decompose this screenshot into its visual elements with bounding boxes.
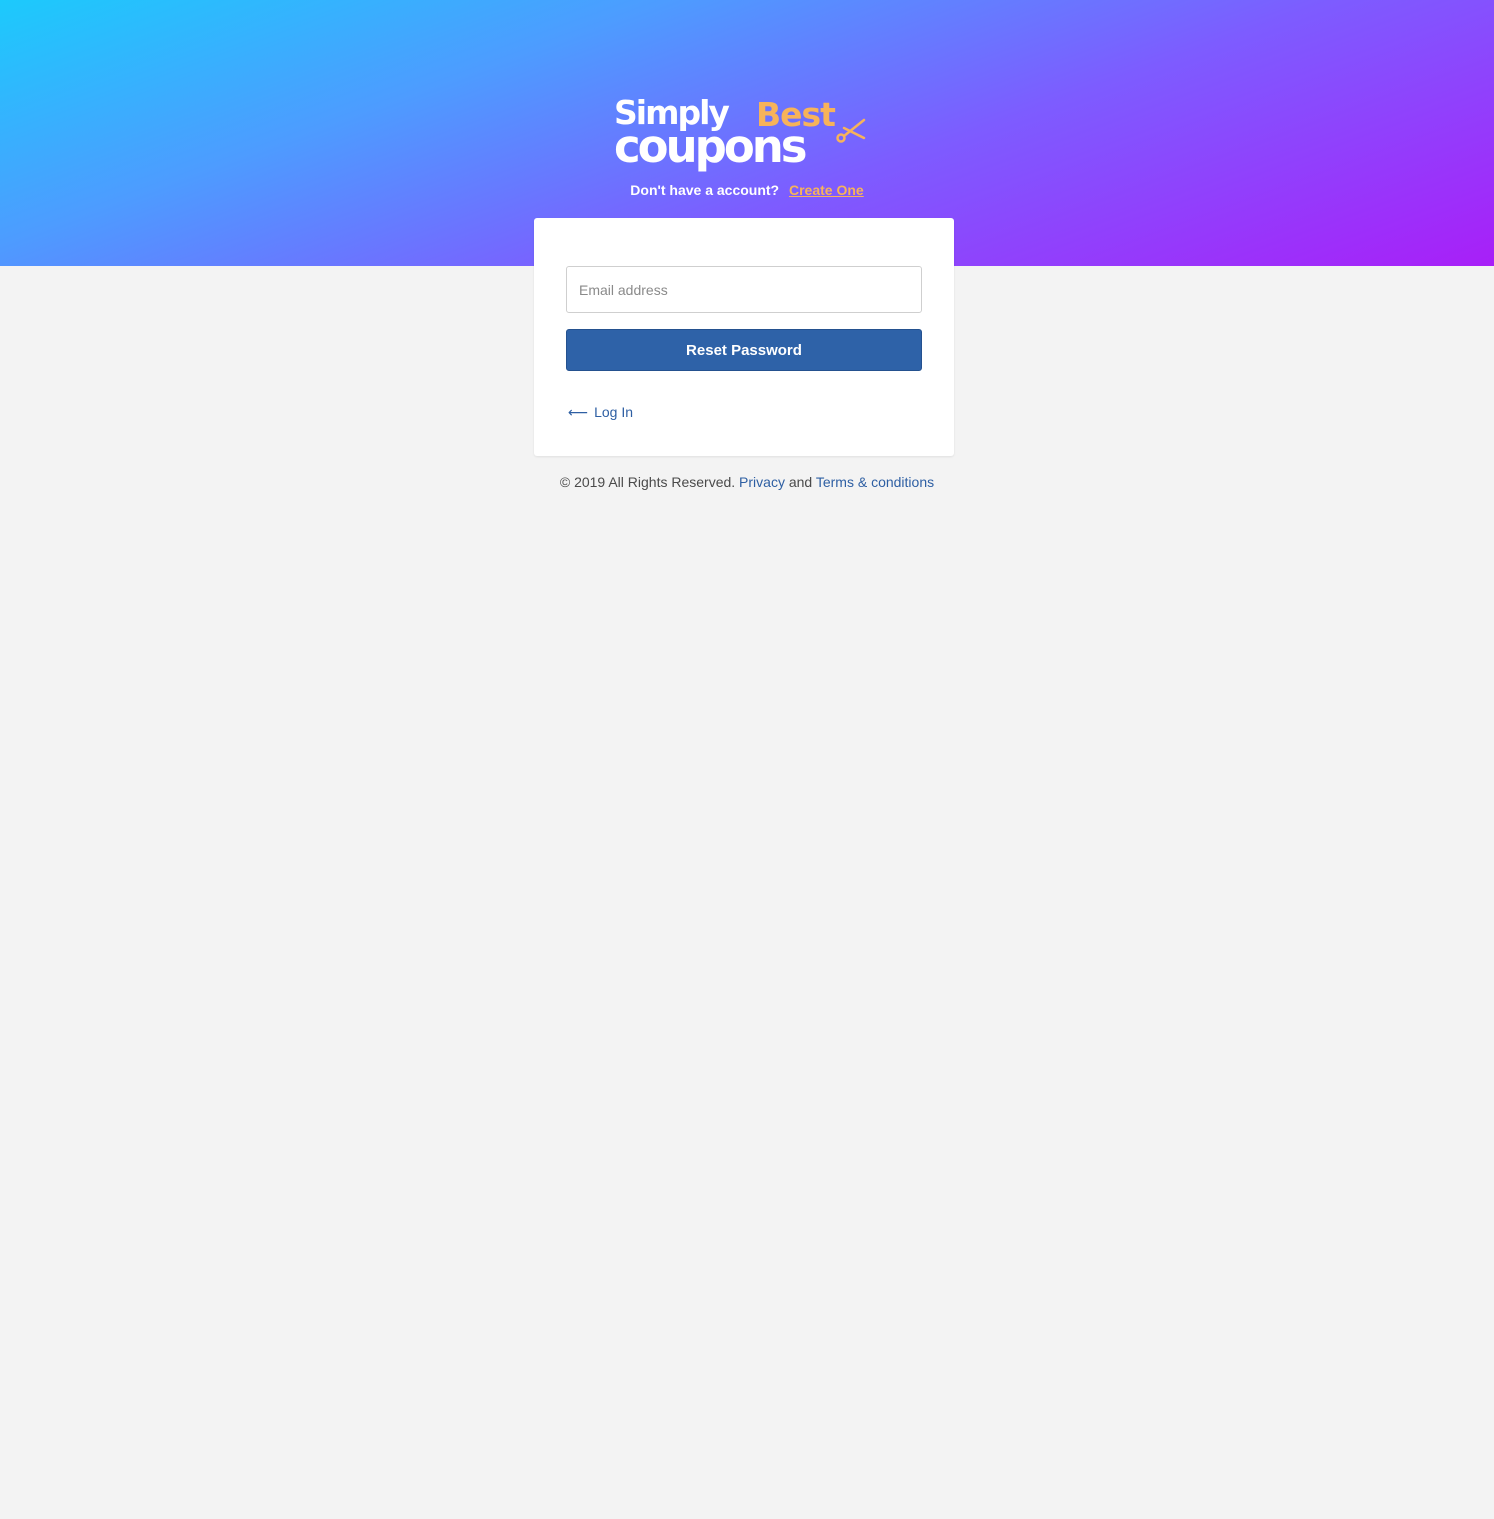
and-text: and xyxy=(788,474,813,490)
arrow-left-icon: ⟵ xyxy=(568,404,589,420)
signup-prompt: Don't have a account? Create One xyxy=(0,182,1494,198)
reset-password-button[interactable]: Reset Password xyxy=(566,329,922,371)
login-link-label: Log In xyxy=(594,404,634,420)
create-account-link[interactable]: Create One xyxy=(789,182,864,198)
scissors-icon xyxy=(836,118,866,143)
simply-best-coupons-logo[interactable]: Simply Best coupons xyxy=(612,90,872,176)
footer: © 2019 All Rights Reserved. Privacy and … xyxy=(0,474,1494,490)
signup-question: Don't have a account? xyxy=(630,182,780,198)
terms-link[interactable]: Terms & conditions xyxy=(816,474,934,490)
reset-password-card: Reset Password ⟵ Log In xyxy=(534,218,954,456)
copyright-text: © 2019 All Rights Reserved. xyxy=(559,474,736,490)
privacy-link[interactable]: Privacy xyxy=(739,474,785,490)
logo-word-coupons: coupons xyxy=(614,120,806,173)
email-field[interactable] xyxy=(566,266,922,313)
back-to-login-link[interactable]: ⟵ Log In xyxy=(568,404,633,420)
